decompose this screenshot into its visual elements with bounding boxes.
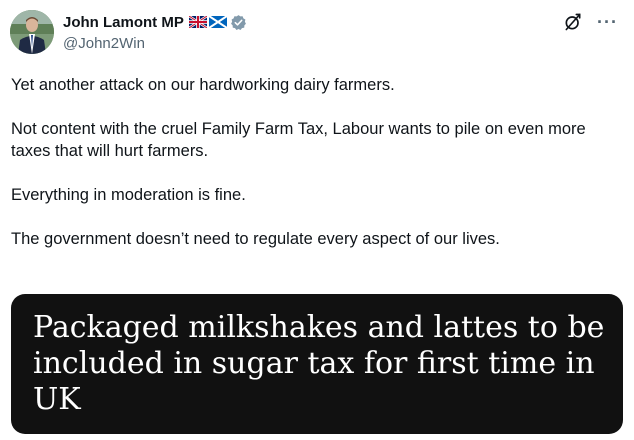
media-headline: Packaged milkshakes and lattes to be inc… bbox=[33, 310, 605, 417]
more-options-icon[interactable]: ··· bbox=[597, 12, 618, 32]
tweet-paragraph: The government doesn’t need to regulate … bbox=[11, 230, 500, 248]
name-row: John Lamont MP bbox=[63, 11, 247, 33]
tweet-paragraph: Not content with the cruel Family Farm T… bbox=[11, 120, 586, 160]
tweet-media-image[interactable]: Packaged milkshakes and lattes to be inc… bbox=[11, 294, 623, 434]
handle[interactable]: @John2Win bbox=[63, 35, 247, 52]
grok-icon[interactable] bbox=[563, 12, 583, 32]
display-name[interactable]: John Lamont MP bbox=[63, 14, 184, 31]
tweet-paragraph: Yet another attack on our hardworking da… bbox=[11, 76, 395, 94]
scotland-flag-icon bbox=[208, 16, 227, 28]
uk-flag-icon bbox=[188, 16, 207, 28]
author-block: John Lamont MP @John2Win bbox=[63, 11, 247, 52]
avatar[interactable] bbox=[10, 10, 54, 54]
verified-badge-icon[interactable] bbox=[230, 14, 247, 31]
tweet-actions: ··· bbox=[563, 12, 618, 32]
tweet-paragraph: Everything in moderation is fine. bbox=[11, 186, 246, 204]
flag-emojis bbox=[188, 16, 227, 28]
tweet-text: Yet another attack on our hardworking da… bbox=[11, 74, 623, 272]
